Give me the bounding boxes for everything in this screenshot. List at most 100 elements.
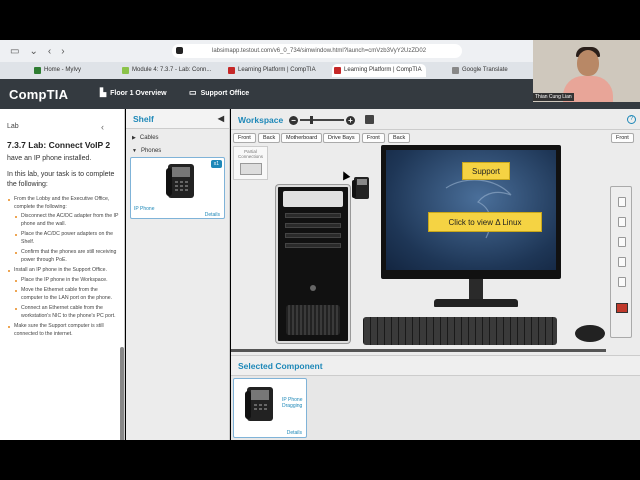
tab-label: Google Translate <box>462 67 508 73</box>
partial-connections[interactable]: Partial Connections <box>233 146 268 180</box>
list-item: Move the Ethernet cable from the compute… <box>14 287 119 302</box>
list-item: Confirm that the phones are still receiv… <box>14 249 119 264</box>
screen-letterbox-bottom <box>0 440 640 480</box>
keyboard[interactable] <box>363 317 557 345</box>
selected-item-ip-phone[interactable]: IP Phone Dragging Details <box>233 378 307 438</box>
building-icon: ▙ <box>100 88 107 97</box>
lab-sidebar: Lab ‹ 7.3.7 Lab: Connect VoIP 2 have an … <box>0 109 125 440</box>
category-label: Phones <box>140 148 162 154</box>
nav-label: Floor 1 Overview <box>110 90 167 97</box>
list-item: Place the IP phone in the Workspace. <box>14 277 119 285</box>
screen-letterbox-top <box>0 0 640 40</box>
nav-floor-overview[interactable]: ▙ Floor 1 Overview <box>100 88 167 97</box>
drive-bay <box>285 233 341 238</box>
nav-label: Support Office <box>200 90 250 97</box>
lab-title: 7.3.7 Lab: Connect VoIP 2 <box>7 140 111 150</box>
selected-title: Selected Component <box>231 356 640 376</box>
shelf-item-ip-phone[interactable]: x1 IP Phone Details <box>130 157 225 219</box>
shelf-title: Shelf <box>133 114 154 124</box>
drive-bay <box>285 213 341 218</box>
monitor-front-button[interactable]: Front <box>362 133 385 143</box>
collapse-left-icon[interactable]: ◀ <box>218 109 224 129</box>
step-text: Install an IP phone in the Support Offic… <box>14 267 107 273</box>
tab-label: Learning Platform | CompTIA <box>238 67 316 73</box>
webcam-name: Thian Cung Lian <box>533 93 574 101</box>
url-text: labsimapp.testout.com/v6_0_734/simwindow… <box>212 48 427 54</box>
forward-icon[interactable]: › <box>61 46 64 57</box>
help-icon[interactable]: ? <box>627 115 636 124</box>
outlet-icon[interactable] <box>618 237 626 247</box>
tab-module-4[interactable]: Module 4: 7.3.7 - Lab: Conn... <box>120 64 214 77</box>
tab-label: Home - MyIvy <box>44 67 82 73</box>
shelf-category-cables[interactable]: ▶ Cables <box>126 132 229 145</box>
tab-learning-platform-1[interactable]: Learning Platform | CompTIA <box>226 64 322 77</box>
task-text: In this lab, your task is to complete th… <box>7 171 115 188</box>
fit-view-icon[interactable] <box>365 115 374 124</box>
tab-label: Learning Platform | CompTIA <box>344 67 422 73</box>
comptia-logo: CompTIA <box>9 87 69 102</box>
zoom-control: − + <box>289 115 355 125</box>
site-icon <box>176 47 183 54</box>
zoom-out-button[interactable]: − <box>289 115 298 125</box>
step-text: From the Lobby and the Executive Office,… <box>14 196 110 210</box>
outlet-icon[interactable] <box>618 277 626 287</box>
monitor-base <box>434 299 518 307</box>
comptia-icon <box>334 67 341 74</box>
view-front-button[interactable]: Front <box>233 133 256 143</box>
item-caption: IP Phone <box>134 206 155 212</box>
list-item: Disconnect the AC/DC adapter from the IP… <box>14 213 119 228</box>
tab-label: Module 4: 7.3.7 - Lab: Conn... <box>132 67 212 73</box>
monitor-stand <box>469 279 483 301</box>
outlet-icon[interactable] <box>618 197 626 207</box>
ip-phone-icon[interactable] <box>351 176 371 201</box>
monitor-icon: ▭ <box>189 88 197 97</box>
adapter-icon <box>240 163 262 175</box>
outlet-icon[interactable] <box>618 257 626 267</box>
translate-icon <box>452 67 459 74</box>
power-strip[interactable] <box>610 186 632 338</box>
item-caption: IP Phone Dragging <box>282 397 303 409</box>
view-drive-bays-button[interactable]: Drive Bays <box>323 133 360 143</box>
strip-front-button[interactable]: Front <box>611 133 634 143</box>
monitor-back-button[interactable]: Back <box>388 133 411 143</box>
computer-tower[interactable] <box>276 185 350 343</box>
power-switch-icon[interactable] <box>616 303 628 313</box>
webcam-face <box>577 50 599 76</box>
support-monitor[interactable]: Support Click to view Δ Linux <box>381 145 561 279</box>
tab-learning-platform-2[interactable]: Learning Platform | CompTIA <box>332 64 426 77</box>
monitor-screen[interactable]: Support Click to view Δ Linux <box>386 150 556 270</box>
back-icon[interactable]: ‹ <box>48 46 51 57</box>
ip-phone-icon <box>166 164 194 198</box>
selected-component-panel: Selected Component IP Phone Dragging Det… <box>231 355 640 440</box>
comptia-icon <box>228 67 235 74</box>
workspace-title: Workspace <box>238 115 284 125</box>
step-list: From the Lobby and the Executive Office,… <box>7 196 119 338</box>
partial-label: Partial Connections <box>237 149 264 159</box>
address-bar[interactable]: labsimapp.testout.com/v6_0_734/simwindow… <box>172 44 462 58</box>
list-item: Place the AC/DC power adapters on the Sh… <box>14 231 119 246</box>
zoom-in-button[interactable]: + <box>346 115 355 125</box>
sidebar-scrollbar[interactable] <box>120 347 124 440</box>
myivy-icon <box>34 67 41 74</box>
nav-support-office[interactable]: ▭ Support Office <box>189 88 249 97</box>
module-icon <box>122 67 129 74</box>
view-motherboard-button[interactable]: Motherboard <box>281 133 323 143</box>
lab-instructions: have an IP phone installed. In this lab,… <box>7 154 119 341</box>
details-link[interactable]: Details <box>287 430 302 436</box>
tab-lab[interactable]: Lab <box>7 123 19 130</box>
mouse[interactable] <box>575 325 605 342</box>
caret-down-icon: ▼ <box>132 148 137 154</box>
outlet-icon[interactable] <box>618 217 626 227</box>
tower-top <box>283 191 343 207</box>
details-link[interactable]: Details <box>205 212 220 218</box>
sidebar-toggle-icon[interactable]: ▭ <box>10 46 19 57</box>
chevron-down-icon[interactable]: ⌄ <box>29 46 37 57</box>
tab-home-myivy[interactable]: Home - MyIvy <box>32 64 112 77</box>
click-to-view-linux[interactable]: Click to view Δ Linux <box>428 212 542 232</box>
view-back-button[interactable]: Back <box>258 133 281 143</box>
zoom-slider[interactable] <box>300 116 344 124</box>
tower-grille <box>286 305 340 335</box>
workspace-panel: Workspace − + ? Front Back Motherboard D… <box>231 109 640 355</box>
collapse-icon[interactable]: ‹ <box>101 122 104 132</box>
tab-google-translate[interactable]: Google Translate <box>450 64 530 77</box>
